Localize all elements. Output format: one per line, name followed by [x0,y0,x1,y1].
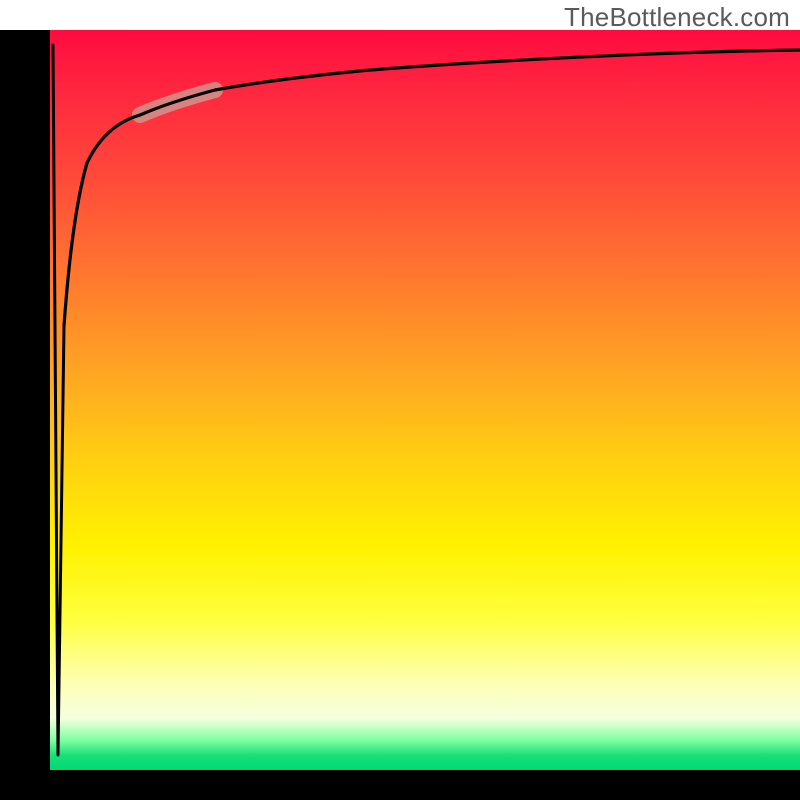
watermark-text: TheBottleneck.com [564,2,790,33]
curve-layer [50,30,800,770]
curve-spike [53,45,64,755]
x-axis-bar [0,770,800,800]
chart-frame: TheBottleneck.com [0,0,800,800]
curve-main [64,50,800,326]
y-axis-bar [0,30,50,770]
